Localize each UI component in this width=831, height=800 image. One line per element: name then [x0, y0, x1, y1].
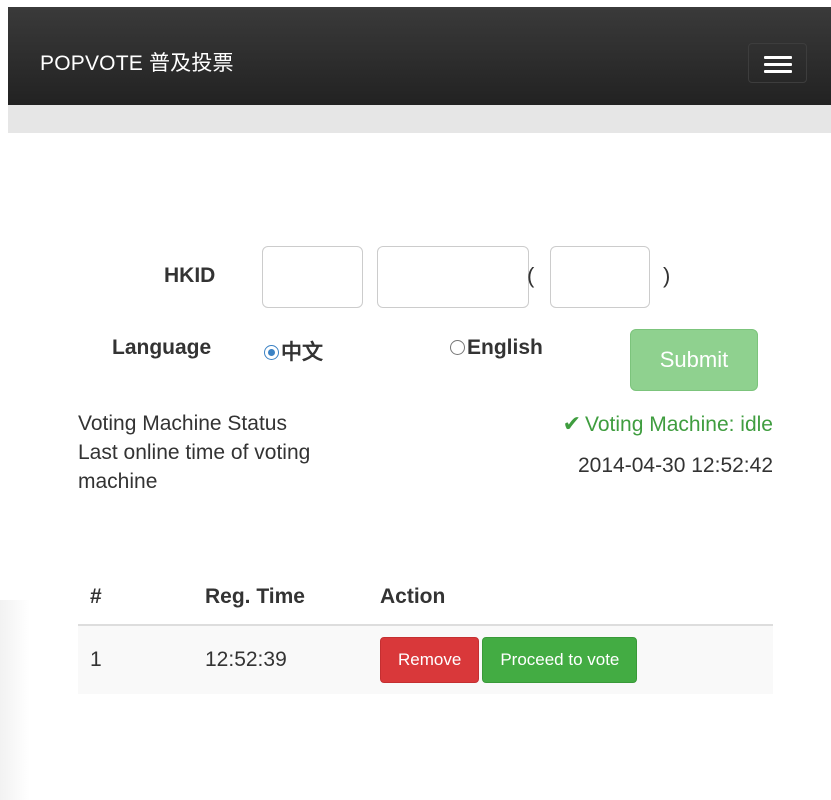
table-header-row: # Reg. Time Action	[78, 570, 773, 626]
brand-title[interactable]: POPVOTE 普及投票	[40, 47, 234, 77]
machine-status-label: Voting Machine Status	[78, 412, 287, 435]
navbar: POPVOTE 普及投票	[8, 7, 831, 105]
column-header-index: #	[78, 570, 205, 626]
language-option-chinese-label: 中文	[281, 341, 323, 364]
edge-shadow	[0, 600, 30, 800]
hkid-paren-close: )	[663, 263, 671, 288]
row-index: 1	[78, 625, 205, 694]
voter-queue-table: # Reg. Time Action 1 12:52:39 Remove Proc…	[78, 570, 773, 694]
hkid-field-2[interactable]	[377, 246, 529, 308]
language-option-chinese[interactable]: 中文	[264, 336, 323, 366]
radio-checked-icon[interactable]	[264, 345, 279, 360]
hamburger-menu-icon	[764, 56, 792, 59]
last-online-label: Last online time of voting machine	[78, 441, 311, 493]
hamburger-menu-icon-bar	[764, 70, 792, 73]
row-actions: Remove Proceed to vote	[380, 625, 773, 694]
proceed-to-vote-button[interactable]: Proceed to vote	[482, 637, 638, 683]
submit-button[interactable]: Submit	[630, 329, 758, 391]
check-icon: ✔	[562, 411, 582, 436]
subheader-bar	[8, 105, 831, 133]
column-header-reg-time: Reg. Time	[205, 570, 380, 626]
remove-button[interactable]: Remove	[380, 637, 480, 683]
hkid-check-digit-field[interactable]	[550, 246, 650, 308]
language-label: Language	[112, 336, 212, 359]
hamburger-menu-button[interactable]	[748, 43, 807, 83]
page: POPVOTE 普及投票 HKID ( ) Language 中文 Englis…	[0, 0, 831, 800]
machine-status-text: Voting Machine: idle	[585, 413, 773, 436]
column-header-action: Action	[380, 570, 773, 626]
hkid-label: HKID	[164, 264, 216, 287]
hkid-field-1[interactable]	[262, 246, 363, 308]
table-row: 1 12:52:39 Remove Proceed to vote	[78, 625, 773, 694]
row-reg-time: 12:52:39	[205, 625, 380, 694]
last-online-value: 2014-04-30 12:52:42	[578, 454, 773, 477]
radio-unchecked-icon[interactable]	[450, 340, 465, 355]
hamburger-menu-icon-bar	[764, 63, 792, 66]
machine-status-value: ✔ Voting Machine: idle	[563, 409, 773, 439]
language-option-english-label: English	[467, 336, 543, 359]
language-option-english[interactable]: English	[450, 336, 543, 360]
hkid-paren-open: (	[527, 263, 535, 288]
